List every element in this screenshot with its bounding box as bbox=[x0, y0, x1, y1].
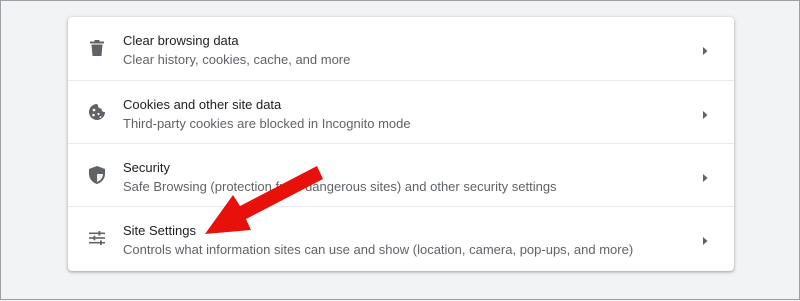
privacy-settings-card: Clear browsing data Clear history, cooki… bbox=[68, 17, 734, 271]
row-subtitle: Third-party cookies are blocked in Incog… bbox=[123, 116, 411, 131]
chevron-right-icon bbox=[700, 43, 710, 55]
clear-browsing-data-row[interactable]: Clear browsing data Clear history, cooki… bbox=[68, 17, 734, 80]
row-subtitle: Controls what information sites can use … bbox=[123, 242, 634, 257]
security-row[interactable]: Security Safe Browsing (protection from … bbox=[68, 143, 734, 206]
row-subtitle: Safe Browsing (protection from dangerous… bbox=[123, 179, 557, 194]
trash-icon bbox=[87, 38, 107, 58]
row-subtitle: Clear history, cookies, cache, and more bbox=[123, 52, 351, 67]
chevron-right-icon bbox=[700, 233, 710, 245]
cookies-site-data-row[interactable]: Cookies and other site data Third-party … bbox=[68, 80, 734, 143]
shield-icon bbox=[87, 165, 107, 185]
row-title: Security bbox=[123, 160, 170, 175]
site-settings-row[interactable]: Site Settings Controls what information … bbox=[68, 206, 734, 269]
row-title: Clear browsing data bbox=[123, 33, 239, 48]
row-title: Site Settings bbox=[123, 223, 196, 238]
tune-icon bbox=[87, 228, 107, 248]
row-title: Cookies and other site data bbox=[123, 97, 282, 112]
chevron-right-icon bbox=[700, 170, 710, 182]
chevron-right-icon bbox=[700, 107, 710, 119]
cookie-icon bbox=[87, 102, 107, 122]
